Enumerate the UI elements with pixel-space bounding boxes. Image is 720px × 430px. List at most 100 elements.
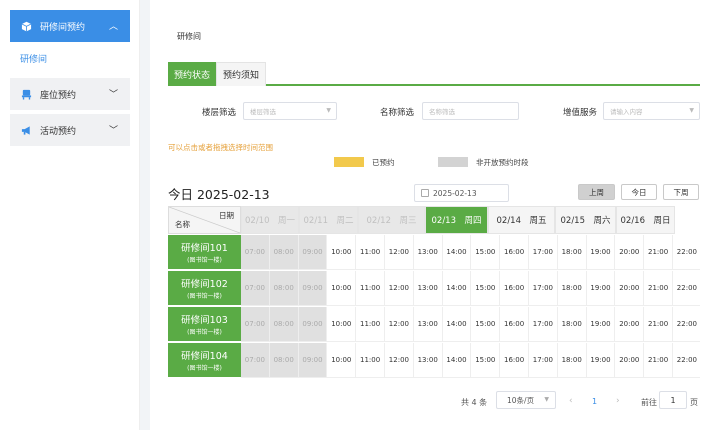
time-slot[interactable]: 17:00 [529, 343, 558, 378]
time-slot[interactable]: 19:00 [586, 307, 616, 342]
tab-booking-status[interactable]: 预约状态 [168, 62, 217, 86]
cube-icon [20, 20, 32, 32]
time-slot[interactable]: 10:00 [327, 343, 357, 378]
time-slot[interactable]: 17:00 [529, 235, 558, 270]
time-slot[interactable]: 13:00 [413, 271, 443, 306]
time-slot[interactable]: 14:00 [442, 343, 472, 378]
goto-page-input[interactable]: 1 [659, 391, 687, 409]
submenu-item-room[interactable]: 研修间 [10, 42, 130, 74]
time-slot[interactable]: 12:00 [385, 235, 414, 270]
prev-week-button[interactable]: 上周 [578, 184, 615, 200]
next-page-icon[interactable]: › [616, 396, 620, 406]
chevron-down-icon: ﹀ [108, 90, 118, 100]
time-slot[interactable]: 16:00 [500, 343, 529, 378]
time-slot[interactable]: 11:00 [356, 307, 385, 342]
time-slot[interactable]: 17:00 [529, 307, 558, 342]
time-slot[interactable]: 16:00 [500, 235, 529, 270]
service-filter-select[interactable]: 请输入内容 ▼ [603, 102, 700, 120]
time-slot[interactable]: 12:00 [385, 271, 414, 306]
time-slot[interactable]: 16:00 [500, 271, 529, 306]
time-slot: 08:00 [269, 307, 299, 342]
name-filter-input[interactable]: 名称筛选 [422, 102, 519, 120]
tab-booking-notice[interactable]: 预约须知 [216, 62, 267, 86]
time-slot[interactable]: 18:00 [557, 235, 587, 270]
day-header[interactable]: 02/13 周四 [425, 206, 488, 234]
time-slot[interactable]: 13:00 [413, 343, 443, 378]
time-slot[interactable]: 18:00 [557, 307, 587, 342]
time-slot[interactable]: 11:00 [356, 343, 385, 378]
day-header[interactable]: 02/10 周一 [241, 206, 299, 234]
submenu-label: 研修间 [20, 54, 48, 65]
time-slot: 07:00 [241, 343, 270, 378]
prev-page-icon[interactable]: ‹ [569, 396, 573, 406]
time-slot[interactable]: 12:00 [385, 343, 414, 378]
day-header[interactable]: 02/15 周六 [555, 206, 616, 234]
menu-label: 研修间预约 [40, 22, 86, 33]
name-filter-placeholder: 名称筛选 [429, 108, 455, 116]
room-name-cell: 研修间103 (图书馆一楼) [168, 307, 241, 342]
megaphone-icon [20, 124, 32, 136]
time-slot[interactable]: 15:00 [471, 235, 501, 270]
time-slot[interactable]: 17:00 [529, 271, 558, 306]
room-name-cell: 研修间104 (图书馆一楼) [168, 343, 241, 378]
time-slot[interactable]: 11:00 [356, 271, 385, 306]
time-slot[interactable]: 13:00 [413, 307, 443, 342]
time-slot[interactable]: 22:00 [673, 235, 700, 270]
time-slot[interactable]: 21:00 [644, 271, 673, 306]
date-picker[interactable]: 2025-02-13 [414, 184, 509, 202]
menu-seat-booking[interactable]: 座位预约 ﹀ [10, 78, 130, 110]
time-slot[interactable]: 11:00 [356, 235, 385, 270]
time-slot[interactable]: 15:00 [471, 307, 501, 342]
time-slot[interactable]: 16:00 [500, 307, 529, 342]
menu-activity-booking[interactable]: 活动预约 ﹀ [10, 114, 130, 146]
corner-date-label: 日期 [219, 211, 234, 220]
time-slot[interactable]: 15:00 [471, 343, 501, 378]
page-size-select[interactable]: 10条/页 ▼ [496, 391, 556, 409]
chevron-up-icon: ︿ [108, 22, 118, 32]
room-name: 研修间104 [181, 351, 228, 362]
time-slot[interactable]: 21:00 [644, 343, 673, 378]
time-slot[interactable]: 10:00 [327, 235, 357, 270]
sidebar: 研修间预约 ︿ 研修间 座位预约 ﹀ 活动预约 ﹀ [0, 0, 140, 430]
today-date-title: 今日 2025-02-13 [168, 187, 270, 202]
day-header[interactable]: 02/16 周日 [616, 206, 675, 234]
time-slot[interactable]: 19:00 [586, 343, 616, 378]
time-slot: 07:00 [241, 307, 270, 342]
time-slot[interactable]: 10:00 [327, 307, 357, 342]
time-slot[interactable]: 18:00 [557, 271, 587, 306]
time-slot[interactable]: 21:00 [644, 307, 673, 342]
room-name: 研修间102 [181, 279, 228, 290]
time-slot[interactable]: 22:00 [673, 343, 700, 378]
time-slot[interactable]: 20:00 [615, 271, 645, 306]
floor-filter-select[interactable]: 楼层筛选 ▼ [243, 102, 337, 120]
day-header[interactable]: 02/12 周三 [358, 206, 425, 234]
menu-room-booking[interactable]: 研修间预约 ︿ [10, 10, 130, 42]
tab-bar: 预约状态 预约须知 [168, 62, 700, 86]
page-number-1[interactable]: 1 [592, 397, 597, 406]
time-slot[interactable]: 20:00 [615, 343, 645, 378]
time-slot: 09:00 [298, 343, 328, 378]
time-slot[interactable]: 20:00 [615, 235, 645, 270]
time-slot[interactable]: 14:00 [442, 307, 472, 342]
next-week-button[interactable]: 下周 [663, 184, 699, 200]
time-slot[interactable]: 18:00 [557, 343, 587, 378]
time-slot[interactable]: 13:00 [413, 235, 443, 270]
time-slot[interactable]: 22:00 [673, 307, 700, 342]
time-slot: 09:00 [298, 307, 328, 342]
time-slot[interactable]: 14:00 [442, 271, 472, 306]
time-slot[interactable]: 19:00 [586, 271, 616, 306]
time-slot[interactable]: 10:00 [327, 271, 357, 306]
room-name-cell: 研修间101 (图书馆一楼) [168, 235, 241, 270]
time-slot[interactable]: 22:00 [673, 271, 700, 306]
today-button[interactable]: 今日 [621, 184, 657, 200]
time-slot[interactable]: 19:00 [586, 235, 616, 270]
time-slot[interactable]: 12:00 [385, 307, 414, 342]
time-slot[interactable]: 21:00 [644, 235, 673, 270]
time-slot[interactable]: 15:00 [471, 271, 501, 306]
day-header[interactable]: 02/11 周二 [299, 206, 358, 234]
date-picker-value: 2025-02-13 [433, 188, 477, 198]
day-header[interactable]: 02/14 周五 [488, 206, 555, 234]
time-slot[interactable]: 20:00 [615, 307, 645, 342]
menu-label: 座位预约 [40, 90, 77, 101]
time-slot[interactable]: 14:00 [442, 235, 472, 270]
